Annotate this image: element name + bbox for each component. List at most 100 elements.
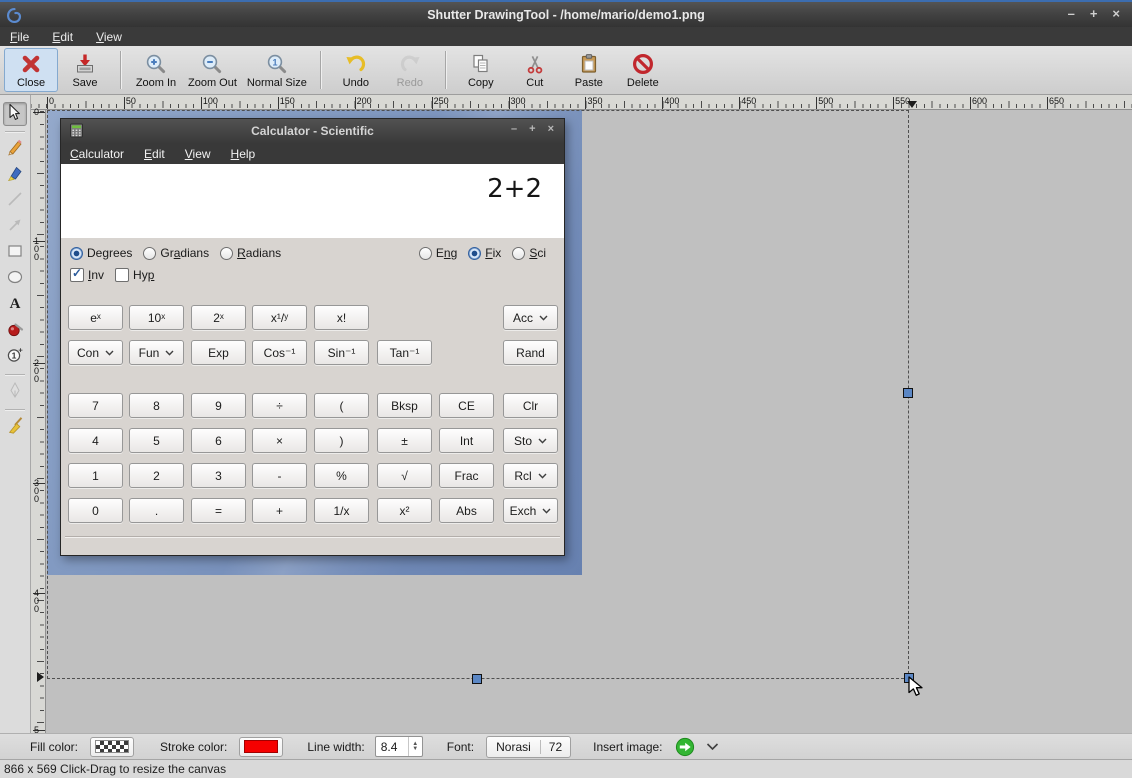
radio-eng[interactable]: Eng [419,246,457,260]
delete-button[interactable]: Delete [616,48,670,92]
calc-key-[interactable]: × [252,428,307,453]
menu-view[interactable]: View [96,30,122,44]
calc-minimize-button[interactable]: – [511,123,517,135]
calc-key-[interactable]: ) [314,428,369,453]
calc-key-7[interactable]: 7 [68,393,123,418]
menu-edit[interactable]: Edit [52,30,73,44]
calc-key-4[interactable]: 4 [68,428,123,453]
calc-key-exch[interactable]: Exch [503,498,558,523]
calc-key-int[interactable]: Int [439,428,494,453]
calc-close-button[interactable]: × [548,123,554,135]
save-button[interactable]: Save [58,48,112,92]
normal-size-button[interactable]: 1Normal Size [242,48,312,92]
eng-radio[interactable] [419,247,432,260]
calc-key-8[interactable]: 8 [129,393,184,418]
calc-key-5[interactable]: 5 [129,428,184,453]
line-width-spinner[interactable]: 8.4 ▲▼ [375,736,423,757]
radio-radians[interactable]: Radians [220,246,281,260]
maximize-button[interactable]: + [1090,6,1098,21]
spinner-arrows-icon[interactable]: ▲▼ [408,737,422,756]
cut-button[interactable]: Cut [508,48,562,92]
calc-key-clr[interactable]: Clr [503,393,558,418]
degrees-radio[interactable] [70,247,83,260]
calc-key-exp[interactable]: Exp [191,340,246,365]
calc-key-rand[interactable]: Rand [503,340,558,365]
inv-checkbox[interactable] [70,268,84,282]
clear-tool[interactable] [3,415,27,439]
calc-key-3[interactable]: 3 [191,463,246,488]
calc-key-[interactable]: + [252,498,307,523]
select-tool[interactable] [3,102,27,126]
calc-key-ce[interactable]: CE [439,393,494,418]
fill-color-button[interactable] [90,737,134,757]
calc-key-fun[interactable]: Fun [129,340,184,365]
resize-handle-bottom[interactable] [472,674,482,684]
calc-key-rcl[interactable]: Rcl [503,463,558,488]
radio-fix[interactable]: Fix [468,246,501,260]
zoom-in-button[interactable]: Zoom In [129,48,183,92]
calc-key-acc[interactable]: Acc [503,305,558,330]
highlighter-tool[interactable] [3,163,27,187]
calc-key-[interactable]: = [191,498,246,523]
font-button[interactable]: Norasi 72 [486,736,571,758]
minimize-button[interactable]: – [1068,6,1075,21]
calc-key-sin[interactable]: Sin⁻¹ [314,340,369,365]
calc-maximize-button[interactable]: + [529,123,535,135]
calc-key-con[interactable]: Con [68,340,123,365]
zoom-out-button[interactable]: Zoom Out [183,48,242,92]
calc-key-x[interactable]: x² [377,498,432,523]
calc-key-cos[interactable]: Cos⁻¹ [252,340,307,365]
calc-key-2[interactable]: 2ˣ [191,305,246,330]
close-button[interactable]: Close [4,48,58,92]
radio-gradians[interactable]: Gradians [143,246,209,260]
calc-key-abs[interactable]: Abs [439,498,494,523]
resize-handle-right[interactable] [903,388,913,398]
toggle-inv[interactable]: Inv [70,266,104,284]
undo-button[interactable]: Undo [329,48,383,92]
censor-tool[interactable] [3,319,27,343]
calc-key-0[interactable]: 0 [68,498,123,523]
drawing-canvas[interactable]: Calculator - Scientific – + × Calculator… [46,110,1132,733]
calc-key-sto[interactable]: Sto [503,428,558,453]
calc-menu-edit[interactable]: Edit [144,147,165,161]
calc-key-[interactable]: √ [377,463,432,488]
toggle-hyp[interactable]: Hyp [115,266,154,284]
calc-menu-help[interactable]: Help [231,147,256,161]
calc-key-10[interactable]: 10ˣ [129,305,184,330]
ellipse-tool[interactable] [3,267,27,291]
close-window-button[interactable]: × [1112,6,1120,21]
insert-image-button[interactable] [675,737,695,757]
calc-key-[interactable]: - [252,463,307,488]
calc-key-frac[interactable]: Frac [439,463,494,488]
gradians-radio[interactable] [143,247,156,260]
sci-radio[interactable] [512,247,525,260]
insert-image-dropdown[interactable] [706,742,719,751]
calc-key-[interactable]: ( [314,393,369,418]
radians-radio[interactable] [220,247,233,260]
calc-key-6[interactable]: 6 [191,428,246,453]
stroke-color-button[interactable] [239,737,283,757]
calc-key-2[interactable]: 2 [129,463,184,488]
calc-key-e[interactable]: eˣ [68,305,123,330]
radio-degrees[interactable]: Degrees [70,246,132,260]
calc-menu-view[interactable]: View [185,147,211,161]
calc-key-[interactable]: % [314,463,369,488]
calc-key-tan[interactable]: Tan⁻¹ [377,340,432,365]
calc-key-1[interactable]: 1 [68,463,123,488]
calc-key-x[interactable]: x¹/ʸ [252,305,307,330]
fix-radio[interactable] [468,247,481,260]
number-tool[interactable]: 1+ [3,345,27,369]
calc-menu-calculator[interactable]: Calculator [70,147,124,161]
hyp-checkbox[interactable] [115,268,129,282]
menu-file[interactable]: File [10,30,29,44]
rectangle-tool[interactable] [3,241,27,265]
calc-key-[interactable]: . [129,498,184,523]
text-tool[interactable]: A [3,293,27,317]
calc-key-1-x[interactable]: 1/x [314,498,369,523]
calc-key-bksp[interactable]: Bksp [377,393,432,418]
calc-key-9[interactable]: 9 [191,393,246,418]
radio-sci[interactable]: Sci [512,246,546,260]
paste-button[interactable]: Paste [562,48,616,92]
calc-key-[interactable]: ÷ [252,393,307,418]
calc-key-x[interactable]: x! [314,305,369,330]
